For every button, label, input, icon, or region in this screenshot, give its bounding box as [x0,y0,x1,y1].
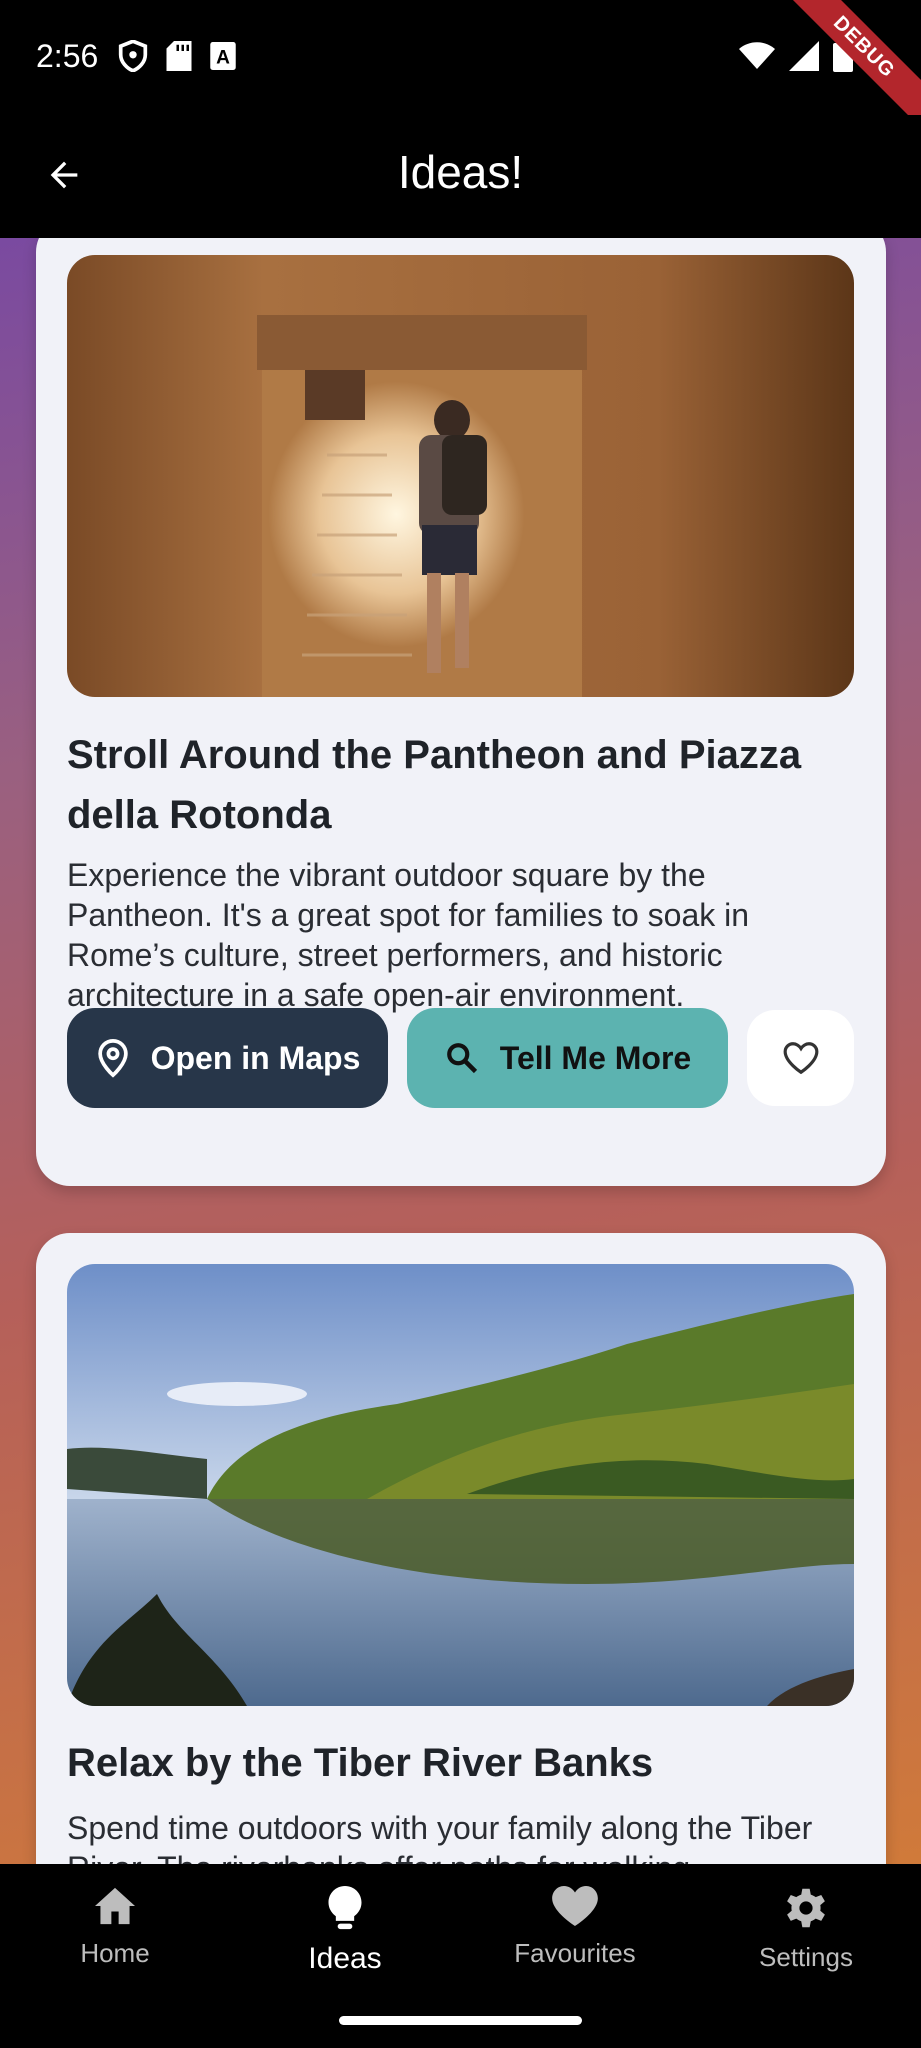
app-bar: Ideas! [0,115,921,238]
location-pin-icon [97,1038,128,1078]
nav-label-home: Home [80,1938,150,1968]
status-left-icons: A [118,40,236,72]
svg-text:A: A [216,48,230,69]
nav-item-ideas[interactable]: Ideas [245,1886,445,1976]
nav-item-home[interactable]: Home [15,1886,215,1969]
page-title: Ideas! [397,146,524,198]
idea-image-tiber [67,1264,854,1706]
idea-actions: Open in Maps Tell Me More [67,1008,854,1108]
sd-card-icon [166,41,192,71]
ideas-list[interactable]: Stroll Around the Pantheon and Piazza de… [0,238,921,1864]
font-icon: A [210,42,236,70]
idea-image-pantheon [67,255,854,697]
heart-icon [552,1886,598,1926]
open-in-maps-label: Open in Maps [150,1039,361,1076]
shield-icon [118,40,148,72]
heart-outline-icon [783,1042,818,1075]
status-time: 2:56 [36,38,99,74]
home-icon [95,1887,135,1925]
idea-card: Relax by the Tiber River Banks Spend tim… [36,1233,886,1864]
open-in-maps-button[interactable]: Open in Maps [67,1008,388,1108]
idea-title: Stroll Around the Pantheon and Piazza de… [67,733,802,837]
status-bar: 2:56 A DEBUG [0,0,921,141]
tell-me-more-button[interactable]: Tell Me More [407,1008,728,1108]
nav-label-settings: Settings [759,1942,853,1972]
idea-card: Stroll Around the Pantheon and Piazza de… [36,238,886,1186]
gear-icon [787,1888,825,1928]
idea-title: Relax by the Tiber River Banks [67,1741,654,1785]
gesture-home-indicator[interactable] [339,2016,582,2025]
idea-description: Experience the vibrant outdoor square by… [67,857,750,1013]
idea-description: Spend time outdoors with your family alo… [67,1810,813,1864]
nav-item-favourites[interactable]: Favourites [475,1886,675,1969]
nav-item-settings[interactable]: Settings [706,1886,906,1973]
status-right-icons [739,40,853,72]
lightbulb-icon [328,1886,362,1930]
nav-label-ideas: Ideas [308,1942,382,1975]
favourite-button[interactable] [747,1010,854,1106]
signal-icon [789,41,819,71]
nav-label-favourites: Favourites [514,1938,636,1968]
wifi-icon [739,42,775,69]
search-icon [446,1043,477,1074]
tell-me-more-label: Tell Me More [499,1039,692,1076]
